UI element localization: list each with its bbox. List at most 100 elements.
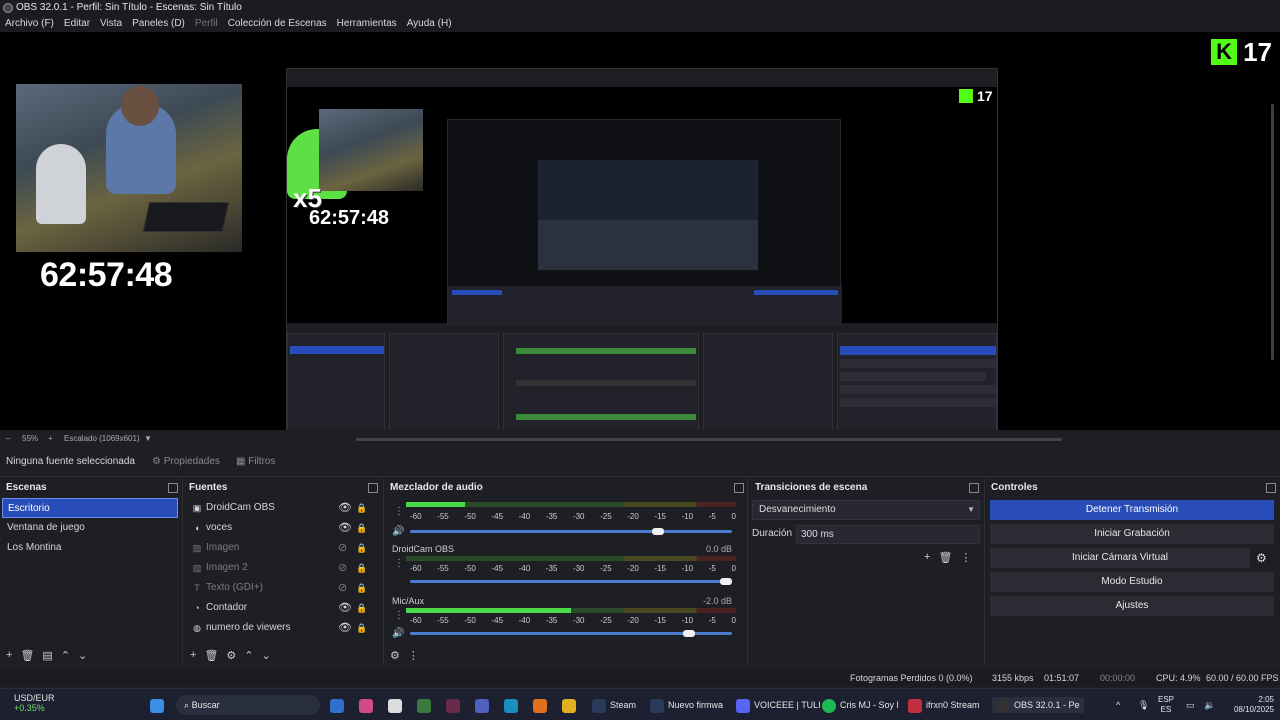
- mixer-menu-icon[interactable]: ⋮: [408, 649, 419, 662]
- tray-overflow-icon[interactable]: ^: [1116, 697, 1120, 713]
- menu-perfil[interactable]: Perfil: [190, 16, 223, 32]
- hidden-eye-icon[interactable]: ⊘: [338, 542, 350, 554]
- volume-fader[interactable]: [410, 530, 732, 533]
- add-scene-icon[interactable]: +: [6, 649, 12, 661]
- preview-horizontal-scrollbar[interactable]: [356, 438, 1062, 441]
- channel-menu-icon[interactable]: ⋮: [394, 506, 404, 517]
- transition-menu-icon[interactable]: ⋮: [960, 551, 971, 564]
- scaling-dropdown-icon[interactable]: ▼: [144, 432, 152, 446]
- lock-icon[interactable]: 🔒: [356, 622, 367, 634]
- visibility-eye-icon[interactable]: 👁: [338, 522, 352, 534]
- taskbar-steam-firmware[interactable]: Nuevo firmwa: [650, 697, 723, 713]
- taskbar-browser[interactable]: ifrxn0 Stream: [908, 697, 980, 713]
- scene-item[interactable]: Escritorio: [2, 498, 178, 518]
- scene-item[interactable]: Los Montina: [2, 538, 178, 558]
- taskbar-app[interactable]: [330, 697, 348, 713]
- taskbar-search[interactable]: ⌕ Buscar: [176, 695, 320, 715]
- scenes-float-icon[interactable]: [168, 483, 178, 493]
- move-down-icon[interactable]: ⌄: [262, 649, 271, 662]
- language-indicator[interactable]: ESP ES: [1158, 695, 1174, 715]
- settings-button[interactable]: Ajustes: [990, 596, 1274, 616]
- channel-menu-icon[interactable]: ⋮: [394, 558, 404, 569]
- taskbar-obs[interactable]: OBS 32.0.1 - Pe: [992, 697, 1084, 713]
- network-icon[interactable]: ▭: [1186, 697, 1195, 713]
- remove-source-icon[interactable]: 🗑: [204, 649, 218, 662]
- stop-streaming-button[interactable]: Detener Transmisión: [990, 500, 1274, 520]
- volume-fader[interactable]: [410, 580, 732, 583]
- source-item[interactable]: ◖ voces 👁 🔒: [186, 518, 382, 538]
- fader-knob[interactable]: [651, 528, 664, 535]
- start-recording-button[interactable]: Iniciar Grabación: [990, 524, 1274, 544]
- duration-input[interactable]: 300 ms: [796, 525, 980, 544]
- taskbar-app[interactable]: [475, 697, 493, 713]
- fader-knob[interactable]: [682, 630, 695, 637]
- move-down-icon[interactable]: ⌄: [78, 649, 87, 662]
- source-item[interactable]: T Texto (GDI+) ⊘ 🔒: [186, 578, 382, 598]
- menu-editar[interactable]: Editar: [59, 16, 95, 32]
- source-item[interactable]: ◍ numero de viewers 👁 🔒: [186, 618, 382, 638]
- move-up-icon[interactable]: ⌃: [244, 649, 253, 662]
- menu-herramientas[interactable]: Herramientas: [332, 16, 402, 32]
- lock-icon[interactable]: 🔒: [356, 542, 367, 554]
- channel-menu-icon[interactable]: ⋮: [394, 610, 404, 621]
- add-transition-icon[interactable]: +: [924, 551, 930, 563]
- clock[interactable]: 2:05 08/10/2025: [1224, 695, 1274, 715]
- remove-scene-icon[interactable]: 🗑: [20, 649, 34, 662]
- visibility-eye-icon[interactable]: 👁: [338, 502, 352, 514]
- source-item[interactable]: ▨ Imagen 2 ⊘ 🔒: [186, 558, 382, 578]
- lock-icon[interactable]: 🔒: [356, 562, 367, 574]
- lock-icon[interactable]: 🔒: [356, 522, 367, 534]
- zoom-in-button[interactable]: +: [48, 432, 53, 446]
- start-button[interactable]: [150, 697, 168, 713]
- taskbar-app[interactable]: [504, 697, 522, 713]
- transitions-float-icon[interactable]: [969, 483, 979, 493]
- taskbar-app[interactable]: [533, 697, 551, 713]
- visibility-eye-icon[interactable]: 👁: [338, 622, 352, 634]
- zoom-out-button[interactable]: –: [6, 432, 10, 446]
- microphone-icon[interactable]: 🎙: [1138, 697, 1149, 713]
- taskbar-spotify[interactable]: Cris MJ - Soy l: [822, 697, 899, 713]
- lock-icon[interactable]: 🔒: [356, 502, 367, 514]
- volume-icon[interactable]: 🔉: [1204, 697, 1215, 713]
- visibility-eye-icon[interactable]: 👁: [338, 602, 352, 614]
- transition-select[interactable]: Desvanecimiento ▼: [752, 500, 980, 520]
- taskbar-app[interactable]: [388, 697, 406, 713]
- taskbar-app[interactable]: [446, 697, 464, 713]
- filters-button[interactable]: ▦ Filtros: [236, 452, 275, 472]
- source-item[interactable]: ▣ DroidCam OBS 👁 🔒: [186, 498, 382, 518]
- taskbar-app[interactable]: [359, 697, 377, 713]
- controls-float-icon[interactable]: [1266, 483, 1276, 493]
- advanced-audio-icon[interactable]: ⚙: [390, 649, 400, 662]
- lock-icon[interactable]: 🔒: [356, 582, 367, 594]
- lock-icon[interactable]: 🔒: [356, 602, 367, 614]
- remove-transition-icon[interactable]: 🗑: [938, 551, 952, 564]
- scene-filters-icon[interactable]: ▤: [42, 649, 52, 662]
- gear-icon[interactable]: ⚙: [1256, 551, 1267, 565]
- taskbar-steam[interactable]: Steam: [592, 697, 636, 713]
- speaker-icon[interactable]: 🔊: [392, 526, 404, 537]
- start-virtual-camera-button[interactable]: Iniciar Cámara Virtual: [990, 548, 1250, 568]
- sources-float-icon[interactable]: [368, 483, 378, 493]
- preview-vertical-scrollbar[interactable]: [1271, 104, 1274, 360]
- source-item[interactable]: ▨ Imagen ⊘ 🔒: [186, 538, 382, 558]
- menu-coleccion[interactable]: Colección de Escenas: [223, 16, 332, 32]
- hidden-eye-icon[interactable]: ⊘: [338, 582, 350, 594]
- currency-widget[interactable]: USD/EUR +0.35%: [14, 693, 55, 713]
- menu-vista[interactable]: Vista: [95, 16, 127, 32]
- preview-canvas[interactable]: 62:57:48 K 17 x5 62:57:48 17: [0, 32, 1280, 430]
- studio-mode-button[interactable]: Modo Estudio: [990, 572, 1274, 592]
- fader-knob[interactable]: [720, 578, 732, 585]
- properties-button[interactable]: ⚙ Propiedades: [152, 452, 220, 472]
- source-item[interactable]: ◔ Contador 👁 🔒: [186, 598, 382, 618]
- scene-item[interactable]: Ventana de juego: [2, 518, 178, 538]
- move-up-icon[interactable]: ⌃: [61, 649, 70, 662]
- taskbar-app[interactable]: [562, 697, 580, 713]
- menu-archivo[interactable]: Archivo (F): [0, 16, 59, 32]
- menu-paneles[interactable]: Paneles (D): [127, 16, 190, 32]
- menu-ayuda[interactable]: Ayuda (H): [402, 16, 457, 32]
- taskbar-app[interactable]: [417, 697, 435, 713]
- mixer-float-icon[interactable]: [734, 483, 744, 493]
- add-source-icon[interactable]: +: [190, 649, 196, 661]
- webcam-source[interactable]: [16, 84, 242, 252]
- taskbar-discord[interactable]: VOICEEE | TULI: [736, 697, 821, 713]
